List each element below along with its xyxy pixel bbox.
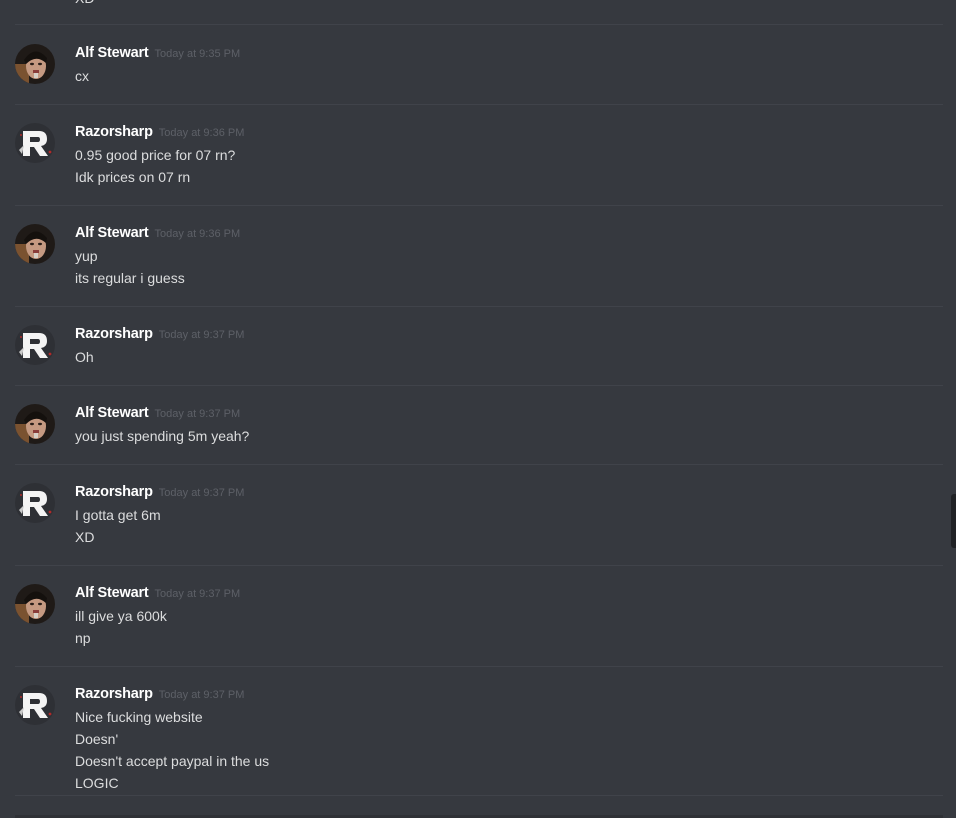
message-content: yup its regular i guess bbox=[75, 245, 185, 289]
message-content: 0.95 good price for 07 rn? Idk prices on… bbox=[75, 144, 235, 188]
user-avatar[interactable] bbox=[15, 325, 55, 365]
message-content: Oh bbox=[75, 346, 94, 368]
message-line: cx bbox=[75, 68, 89, 84]
message-line: Idk prices on 07 rn bbox=[75, 169, 191, 185]
message-header: Razorsharp Today at 9:36 PM bbox=[75, 123, 244, 143]
razorsharp-avatar-icon bbox=[15, 325, 55, 365]
chat-messages-pane[interactable]: XD Alf Stewart Today at 9:35 PM cx bbox=[0, 0, 956, 818]
username[interactable]: Alf Stewart bbox=[75, 225, 149, 241]
message-line: 0.95 good price for 07 rn? bbox=[75, 147, 236, 163]
message-header: Alf Stewart Today at 9:37 PM bbox=[75, 584, 240, 604]
message-divider bbox=[15, 104, 943, 105]
username[interactable]: Razorsharp bbox=[75, 686, 153, 702]
message-divider bbox=[15, 565, 943, 566]
timestamp: Today at 9:36 PM bbox=[158, 127, 245, 139]
timestamp: Today at 9:36 PM bbox=[154, 228, 241, 240]
message-line: I gotta get 6m bbox=[75, 507, 161, 523]
message-line: XD bbox=[75, 529, 95, 545]
message-header: Razorsharp Today at 9:37 PM bbox=[75, 685, 244, 705]
alf-avatar-icon bbox=[15, 404, 55, 444]
message-divider bbox=[15, 795, 943, 796]
message-header: Razorsharp Today at 9:37 PM bbox=[75, 325, 244, 345]
message-content: you just spending 5m yeah? bbox=[75, 425, 249, 447]
message-divider bbox=[15, 464, 943, 465]
timestamp: Today at 9:37 PM bbox=[158, 329, 245, 341]
username[interactable]: Razorsharp bbox=[75, 124, 153, 140]
username[interactable]: Alf Stewart bbox=[75, 405, 149, 421]
username[interactable]: Alf Stewart bbox=[75, 45, 149, 61]
message-line: Doesn't accept paypal in the us bbox=[75, 753, 270, 769]
message-header: Alf Stewart Today at 9:36 PM bbox=[75, 224, 240, 244]
message-divider bbox=[15, 666, 943, 667]
message-line: ill give ya 600k bbox=[75, 608, 167, 624]
user-avatar[interactable] bbox=[15, 685, 55, 725]
timestamp: Today at 9:37 PM bbox=[158, 689, 245, 701]
razorsharp-avatar-icon bbox=[15, 123, 55, 163]
message-divider bbox=[15, 24, 943, 25]
previous-message-line: XD bbox=[75, 0, 94, 9]
scrollbar-thumb[interactable] bbox=[951, 494, 956, 548]
message-header: Alf Stewart Today at 9:37 PM bbox=[75, 404, 240, 424]
message-line: you just spending 5m yeah? bbox=[75, 428, 250, 444]
message-content: ill give ya 600k np bbox=[75, 605, 167, 649]
timestamp: Today at 9:37 PM bbox=[154, 408, 241, 420]
user-avatar[interactable] bbox=[15, 224, 55, 264]
username[interactable]: Razorsharp bbox=[75, 326, 153, 342]
message-line: yup bbox=[75, 248, 98, 264]
message-line: its regular i guess bbox=[75, 270, 185, 286]
username[interactable]: Razorsharp bbox=[75, 484, 153, 500]
message-content: cx bbox=[75, 65, 89, 87]
message-divider bbox=[15, 306, 943, 307]
message-line: LOGIC bbox=[75, 775, 119, 791]
timestamp: Today at 9:37 PM bbox=[158, 487, 245, 499]
user-avatar[interactable] bbox=[15, 404, 55, 444]
message-header: Razorsharp Today at 9:37 PM bbox=[75, 483, 244, 503]
alf-avatar-icon bbox=[15, 584, 55, 624]
razorsharp-avatar-icon bbox=[15, 685, 55, 725]
message-divider bbox=[15, 385, 943, 386]
message-content: Nice fucking website Doesn' Doesn't acce… bbox=[75, 706, 269, 794]
alf-avatar-icon bbox=[15, 44, 55, 84]
timestamp: Today at 9:37 PM bbox=[154, 588, 241, 600]
user-avatar[interactable] bbox=[15, 44, 55, 84]
message-content: I gotta get 6m XD bbox=[75, 504, 161, 548]
message-line: np bbox=[75, 630, 91, 646]
message-line: Doesn' bbox=[75, 731, 119, 747]
user-avatar[interactable] bbox=[15, 483, 55, 523]
message-divider bbox=[15, 205, 943, 206]
message-line: Oh bbox=[75, 349, 94, 365]
user-avatar[interactable] bbox=[15, 123, 55, 163]
razorsharp-avatar-icon bbox=[15, 483, 55, 523]
message-header: Alf Stewart Today at 9:35 PM bbox=[75, 44, 240, 64]
user-avatar[interactable] bbox=[15, 584, 55, 624]
username[interactable]: Alf Stewart bbox=[75, 585, 149, 601]
message-line: Nice fucking website bbox=[75, 709, 203, 725]
timestamp: Today at 9:35 PM bbox=[154, 48, 241, 60]
alf-avatar-icon bbox=[15, 224, 55, 264]
